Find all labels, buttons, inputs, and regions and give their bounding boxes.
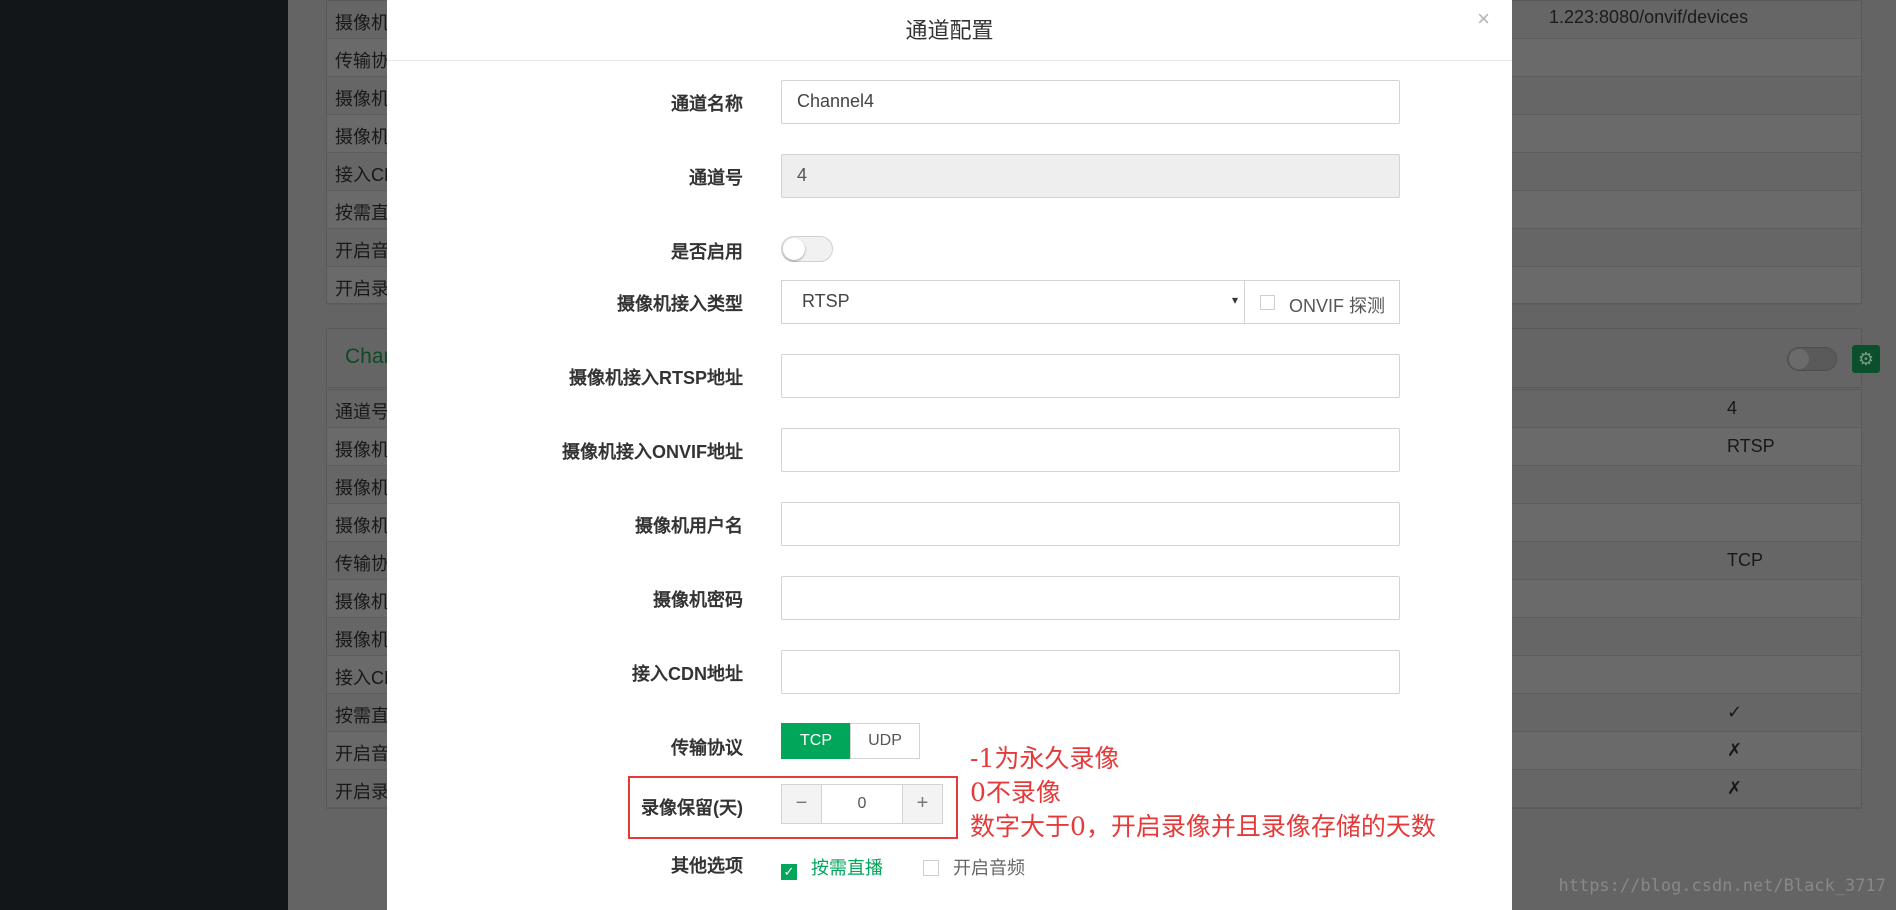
bg-row-value: RTSP [1727,436,1775,456]
checkbox-icon [1260,295,1275,310]
cdn-url-input[interactable] [781,650,1400,694]
protocol-label: 传输协议 [671,738,743,758]
annotation-line: -1为永久录像 [970,744,1120,773]
bg-row-value: ✗ [1727,778,1743,798]
channel-name-input[interactable]: Channel4 [781,80,1400,124]
onvif-url-input[interactable] [781,428,1400,472]
rtsp-url-input[interactable] [781,354,1400,398]
access-type-selected: RTSP [802,291,850,311]
bg-onvif-url: 1.223:8080/onvif/devices [1549,7,1749,27]
bg-row-label: 传输协 [335,51,389,71]
bg-row-label: 摄像机 [335,127,389,147]
bg-row-value: ✗ [1727,740,1743,760]
record-days-label: 录像保留(天) [641,798,743,818]
bg-row-label: 摄像机 [335,630,389,650]
protocol-udp-button[interactable]: UDP [850,723,920,759]
audio-label: 开启音频 [953,858,1025,878]
gear-icon: ⚙ [1852,345,1880,373]
bg-row-label: 按需直 [335,706,389,726]
username-label: 摄像机用户名 [635,516,743,536]
bg-row-label: 摄像机 [335,440,389,460]
annotation-line: 数字大于0，开启录像并且录像存储的天数 [970,812,1436,841]
channel-name-label: 通道名称 [671,94,743,114]
checkbox-icon [923,860,939,876]
minus-icon[interactable]: − [782,785,822,823]
username-input[interactable] [781,502,1400,546]
bg-row-value: TCP [1727,550,1763,570]
bg-row-label: 摄像机 [335,478,389,498]
record-days-stepper[interactable]: − 0 + [781,784,943,824]
bg-row-label: 摄像机 [335,592,389,612]
plus-icon[interactable]: + [902,785,942,823]
bg-row-value: 4 [1727,398,1738,418]
bg-row-label: 摄像机 [335,13,389,33]
bg-row-label: 摄像机 [335,89,389,109]
bg-row-label: 开启录 [335,782,389,802]
bg-row-label: 通道号 [335,402,389,422]
onvif-probe-label: ONVIF 探测 [1289,296,1386,316]
on-demand-label: 按需直播 [811,858,883,878]
password-label: 摄像机密码 [653,590,743,610]
chevron-down-icon: ▾ [1231,293,1238,307]
channel-no-input: 4 [781,154,1400,198]
bg-row-label: 开启录 [335,279,389,299]
onvif-url-label: 摄像机接入ONVIF地址 [561,442,743,462]
channel-no-label: 通道号 [689,168,743,188]
modal-title: 通道配置 [905,18,994,43]
bg-row-label: 传输协 [335,554,389,574]
close-icon[interactable]: × [1477,6,1490,32]
bg-row-label: 按需直 [335,203,389,223]
access-type-select[interactable]: RTSP ▾ [781,280,1245,324]
bg-row-label: 摄像机 [335,516,389,536]
rtsp-url-label: 摄像机接入RTSP地址 [568,368,743,388]
cdn-url-label: 接入CDN地址 [632,664,743,684]
record-days-value[interactable]: 0 [822,785,902,823]
watermark: https://blog.csdn.net/Black_3717 [1558,876,1886,896]
enabled-label: 是否启用 [671,242,743,262]
bg-row-value: ✓ [1727,702,1743,722]
access-type-label: 摄像机接入类型 [617,294,743,314]
annotation-note: -1为永久录像 0不录像 数字大于0，开启录像并且录像存储的天数 [970,742,1436,844]
on-demand-checkbox[interactable]: ✓ 按需直播 [781,854,883,880]
checkbox-checked-icon: ✓ [781,864,797,880]
password-input[interactable] [781,576,1400,620]
bg-row-label: 开启音 [335,241,389,261]
protocol-tcp-button[interactable]: TCP [781,723,851,759]
onvif-probe-checkbox[interactable]: ONVIF 探测 [1244,280,1400,324]
audio-checkbox[interactable]: 开启音频 [923,854,1025,880]
annotation-line: 0不录像 [970,778,1061,807]
modal-header: 通道配置 × [387,0,1512,61]
other-options-label: 其他选项 [671,856,743,876]
bg-enable-toggle [1787,347,1837,371]
enabled-toggle[interactable] [781,236,833,262]
bg-row-label: 开启音 [335,744,389,764]
